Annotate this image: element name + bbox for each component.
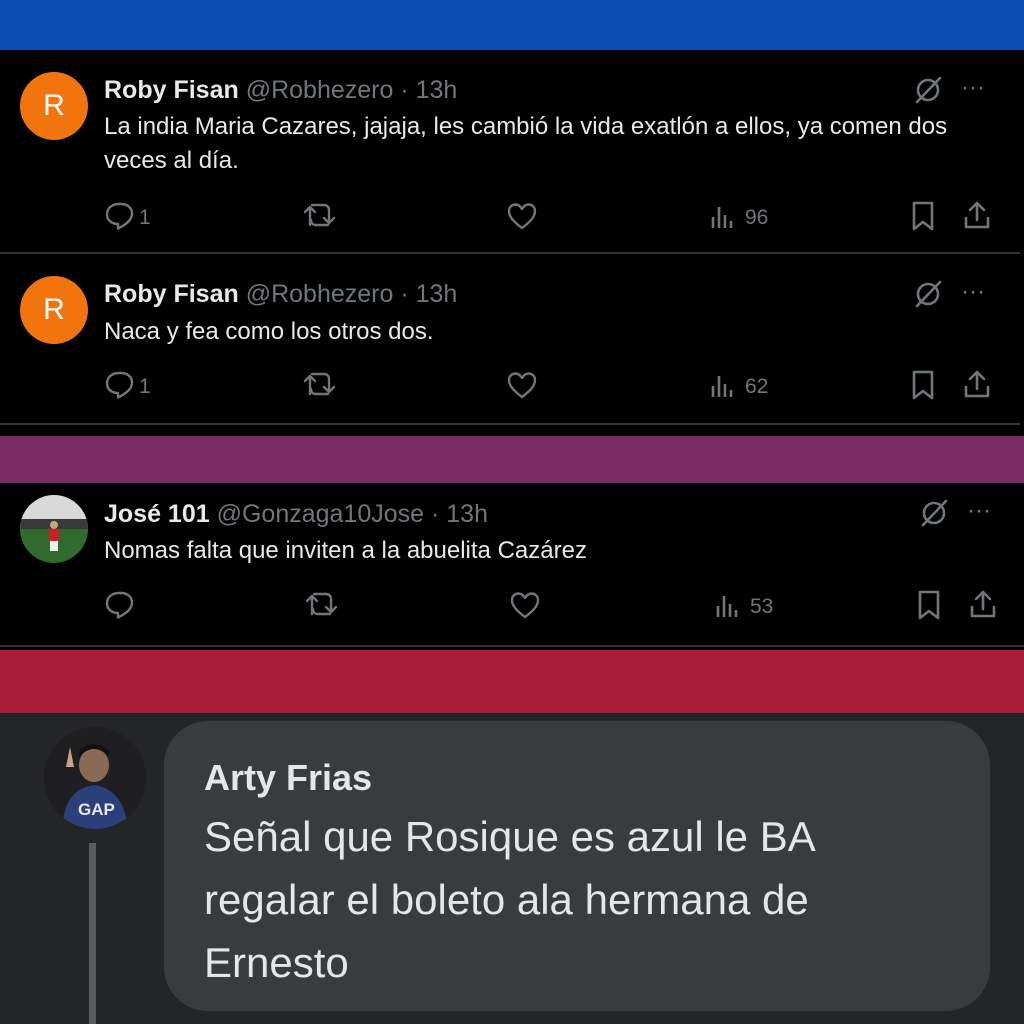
views-bar-icon[interactable] (707, 203, 737, 231)
tweet-text: Naca y fea como los otros dos. (104, 318, 434, 345)
purple-color-band (0, 436, 1024, 483)
views-bar-icon[interactable] (707, 372, 737, 400)
comment-text: Señal que Rosique es azul le BA regalar … (204, 813, 814, 986)
reply-bubble-icon[interactable] (104, 370, 136, 400)
top-color-band (0, 0, 1024, 50)
tweet-text: La india Maria Cazares, jajaja, les camb… (104, 113, 948, 174)
tweet-header: José 101 @Gonzaga10Jose · 13h (104, 500, 488, 529)
reply-count: 1 (139, 375, 151, 398)
bookmark-icon[interactable] (916, 589, 942, 621)
author-handle-time[interactable]: @Robhezero · 13h (246, 76, 458, 104)
view-count: 62 (745, 375, 769, 398)
thread-line (89, 843, 96, 1024)
author-name[interactable]: José 101 (104, 500, 210, 528)
reply-bubble-icon[interactable] (104, 590, 136, 620)
retweet-icon[interactable] (302, 201, 338, 229)
comment-author[interactable]: Arty Frias (204, 757, 372, 799)
avatar-stadium-photo[interactable] (20, 495, 88, 563)
grok-icon[interactable] (918, 497, 950, 529)
heart-icon[interactable] (506, 201, 538, 231)
tweet-divider (0, 645, 1024, 647)
tweet-3[interactable]: José 101 @Gonzaga10Jose · 13h ··· Nomas … (0, 483, 1024, 648)
view-count: 53 (750, 595, 774, 618)
tweet-header: Roby Fisan @Robhezero · 13h (104, 76, 457, 105)
avatar[interactable]: R (20, 72, 88, 140)
author-name[interactable]: Roby Fisan (104, 76, 239, 104)
author-handle-time[interactable]: @Robhezero · 13h (246, 280, 458, 308)
tweet-1[interactable]: R Roby Fisan @Robhezero · 13h ··· La ind… (0, 50, 1020, 252)
avatar-letter: R (43, 89, 65, 122)
heart-icon[interactable] (509, 590, 541, 620)
grok-icon[interactable] (912, 278, 944, 310)
gap-logo: GAP (78, 800, 115, 819)
tweet-2[interactable]: R Roby Fisan @Robhezero · 13h ··· Naca y… (0, 254, 1020, 424)
grok-icon[interactable] (912, 74, 944, 106)
share-icon[interactable] (961, 368, 993, 400)
comment-bubble[interactable]: Arty Frias Señal que Rosique es azul le … (164, 721, 990, 1011)
crimson-color-band (0, 650, 1024, 713)
bookmark-icon[interactable] (910, 200, 936, 232)
share-icon[interactable] (967, 588, 999, 620)
heart-icon[interactable] (506, 370, 538, 400)
reply-count: 1 (139, 206, 151, 229)
bookmark-icon[interactable] (910, 369, 936, 401)
avatar[interactable]: R (20, 276, 88, 344)
more-options-icon[interactable]: ··· (961, 74, 985, 102)
tweet-header: Roby Fisan @Robhezero · 13h (104, 280, 457, 309)
gap-strip (0, 425, 1024, 436)
view-count: 96 (745, 206, 769, 229)
views-bar-icon[interactable] (712, 592, 742, 620)
facebook-comment-section: GAP Arty Frias Señal que Rosique es azul… (0, 713, 1024, 1024)
avatar-letter: R (43, 293, 65, 326)
more-options-icon[interactable]: ··· (961, 278, 985, 306)
tweet-text: Nomas falta que inviten a la abuelita Ca… (104, 537, 587, 564)
reply-bubble-icon[interactable] (104, 201, 136, 231)
retweet-icon[interactable] (302, 370, 338, 398)
share-icon[interactable] (961, 199, 993, 231)
commenter-avatar[interactable]: GAP (44, 727, 146, 829)
retweet-icon[interactable] (304, 590, 340, 618)
author-name[interactable]: Roby Fisan (104, 280, 239, 308)
more-options-icon[interactable]: ··· (967, 497, 991, 525)
author-handle-time[interactable]: @Gonzaga10Jose · 13h (217, 500, 488, 528)
